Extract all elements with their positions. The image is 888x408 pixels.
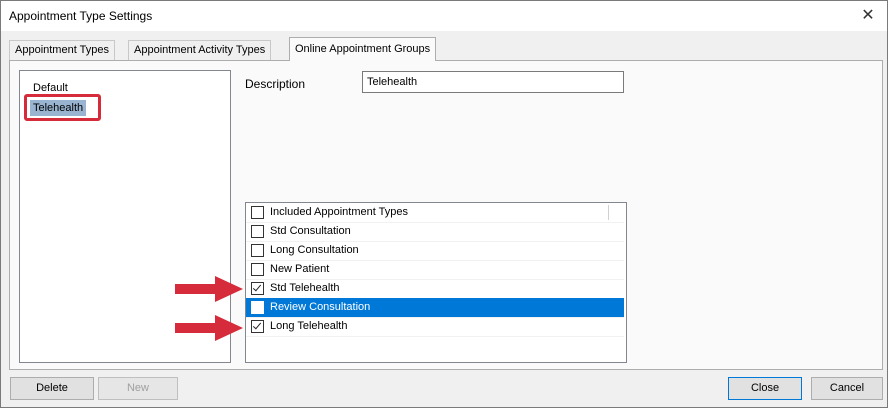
item-checkbox[interactable] [251, 244, 264, 257]
tab-online-appointment-groups[interactable]: Online Appointment Groups [289, 37, 437, 61]
item-checkbox[interactable] [251, 301, 264, 314]
list-item-label: New Patient [270, 263, 330, 275]
list-item-label: Long Consultation [270, 244, 359, 256]
close-button[interactable]: Close [728, 377, 802, 400]
list-item[interactable]: Std Consultation [246, 222, 624, 242]
item-checkbox-checked[interactable] [251, 320, 264, 333]
window-title: Appointment Type Settings [9, 9, 153, 23]
list-item[interactable]: Long Telehealth [246, 317, 624, 337]
column-divider[interactable] [608, 205, 609, 220]
list-item[interactable]: Std Telehealth [246, 279, 624, 299]
list-header-label: Included Appointment Types [270, 206, 409, 218]
red-highlight-annotation [24, 94, 101, 121]
select-all-checkbox[interactable] [251, 206, 264, 219]
list-item-label: Review Consultation [270, 301, 371, 313]
item-checkbox-checked[interactable] [251, 282, 264, 295]
list-item-label: Long Telehealth [270, 320, 348, 332]
list-item[interactable]: New Patient [246, 260, 624, 280]
appointment-type-settings-dialog: Appointment Type Settings ✕ Appointment … [0, 0, 888, 408]
item-checkbox[interactable] [251, 263, 264, 276]
description-input[interactable] [362, 71, 624, 93]
title-bar: Appointment Type Settings ✕ [1, 1, 887, 31]
checkmark-icon [252, 320, 262, 330]
tab-appointment-types[interactable]: Appointment Types [9, 40, 115, 60]
list-item-selected[interactable]: Review Consultation [246, 298, 624, 318]
new-button[interactable]: New [98, 377, 178, 400]
list-header: Included Appointment Types [246, 203, 624, 223]
tab-strip: Appointment Types Appointment Activity T… [9, 37, 879, 61]
included-appointment-types-list: Included Appointment Types Std Consultat… [245, 202, 627, 363]
description-label: Description [245, 77, 306, 91]
delete-button[interactable]: Delete [10, 377, 94, 400]
close-window-icon[interactable]: ✕ [857, 5, 879, 27]
red-arrow-annotation [175, 276, 243, 302]
checkmark-icon [252, 282, 262, 292]
red-arrow-annotation [175, 315, 243, 341]
list-item[interactable]: Long Consultation [246, 241, 624, 261]
online-appointment-groups-panel: Default Telehealth Description Included … [9, 60, 883, 370]
list-item-label: Std Consultation [270, 225, 351, 237]
cancel-button[interactable]: Cancel [811, 377, 883, 400]
list-item-label: Std Telehealth [270, 282, 340, 294]
tab-appointment-activity-types[interactable]: Appointment Activity Types [128, 40, 272, 60]
item-checkbox[interactable] [251, 225, 264, 238]
